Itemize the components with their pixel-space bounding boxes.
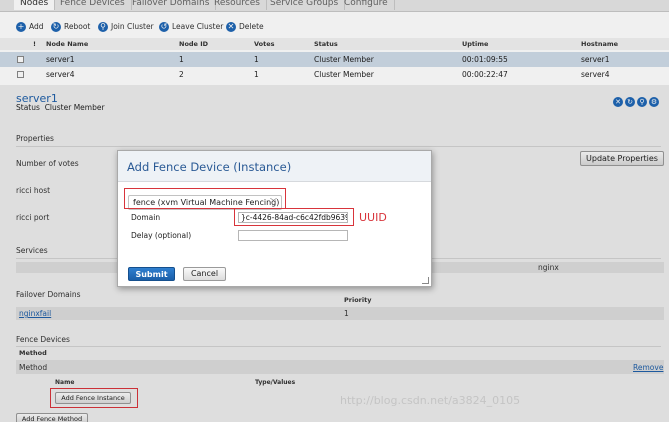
uuid-annotation: UUID: [359, 211, 387, 224]
submit-button[interactable]: Submit: [128, 267, 175, 281]
highlight-box: [234, 208, 354, 226]
highlight-box: [124, 188, 286, 209]
cancel-button[interactable]: Cancel: [183, 267, 226, 281]
dialog-header: Add Fence Device (Instance): [118, 151, 431, 182]
dialog-title: Add Fence Device (Instance): [127, 160, 292, 174]
delay-label: Delay (optional): [131, 231, 192, 240]
domain-label: Domain: [131, 213, 161, 222]
delay-input[interactable]: [238, 230, 348, 241]
resize-handle-icon[interactable]: [422, 277, 429, 284]
